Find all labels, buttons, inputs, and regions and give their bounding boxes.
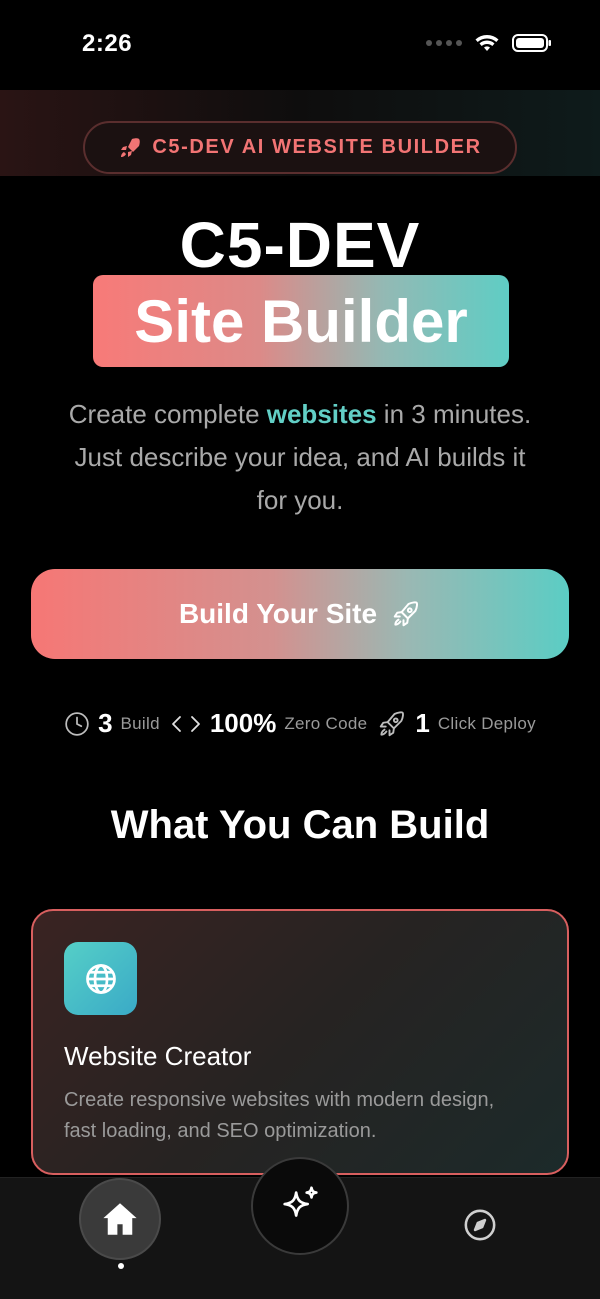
section-title: What You Can Build [110, 803, 490, 847]
compass-icon [464, 1209, 496, 1241]
wifi-icon [475, 35, 499, 51]
stat-label: Build [120, 713, 160, 733]
home-icon [103, 1203, 137, 1235]
rocket-icon [393, 601, 419, 627]
status-time: 2:26 [82, 30, 133, 57]
card-title: Website Creator [64, 1041, 252, 1071]
hero-highlight-title: Site Builder [134, 287, 468, 355]
hero-title: C5-DEV [179, 209, 421, 281]
stat-value: 100% [209, 708, 277, 738]
stat-build-time: 3 Build [64, 708, 160, 739]
hero-subtitle: Create complete websites in 3 minutes. J… [60, 393, 540, 522]
status-bar: 2:26 [0, 0, 600, 90]
nav-explore-button[interactable] [462, 1207, 498, 1243]
build-your-site-button[interactable]: Build Your Site [31, 569, 569, 659]
stat-deploy: 1 Click Deploy [377, 708, 536, 739]
code-icon [171, 715, 200, 732]
product-badge: C5-DEV AI WEBSITE BUILDER [83, 121, 517, 174]
nav-active-indicator [118, 1263, 124, 1269]
stat-label: Zero Code [284, 713, 368, 733]
nav-ai-button[interactable] [251, 1157, 349, 1255]
clock-icon [65, 711, 89, 736]
stat-value: 1 [415, 708, 430, 738]
nav-home-button[interactable] [79, 1178, 161, 1260]
rocket-icon [380, 710, 405, 736]
card-icon-tile [64, 942, 137, 1015]
subtitle-highlight: websites [266, 399, 377, 429]
rocket-icon [121, 137, 141, 157]
battery-icon [512, 34, 551, 52]
subtitle-text-start: Create complete [68, 399, 267, 429]
stat-label: Click Deploy [437, 713, 536, 733]
badge-text: C5-DEV AI WEBSITE BUILDER [152, 136, 482, 158]
feature-card-website-creator[interactable]: Website Creator Create responsive websit… [31, 909, 569, 1175]
hero-highlight-chip: Site Builder [93, 275, 509, 367]
globe-icon [85, 963, 116, 994]
stat-value: 3 [98, 708, 113, 738]
status-icons [426, 33, 552, 53]
sparkles-icon [283, 1186, 318, 1217]
cta-label: Build Your Site [178, 598, 378, 629]
stat-zero-code: 100% Zero Code [170, 708, 368, 739]
cellular-signal-icon [426, 40, 462, 46]
card-description: Create responsive websites with modern d… [64, 1089, 495, 1142]
stats-row: 3 Build 100% Zero Code 1 Click Deploy [0, 708, 600, 739]
